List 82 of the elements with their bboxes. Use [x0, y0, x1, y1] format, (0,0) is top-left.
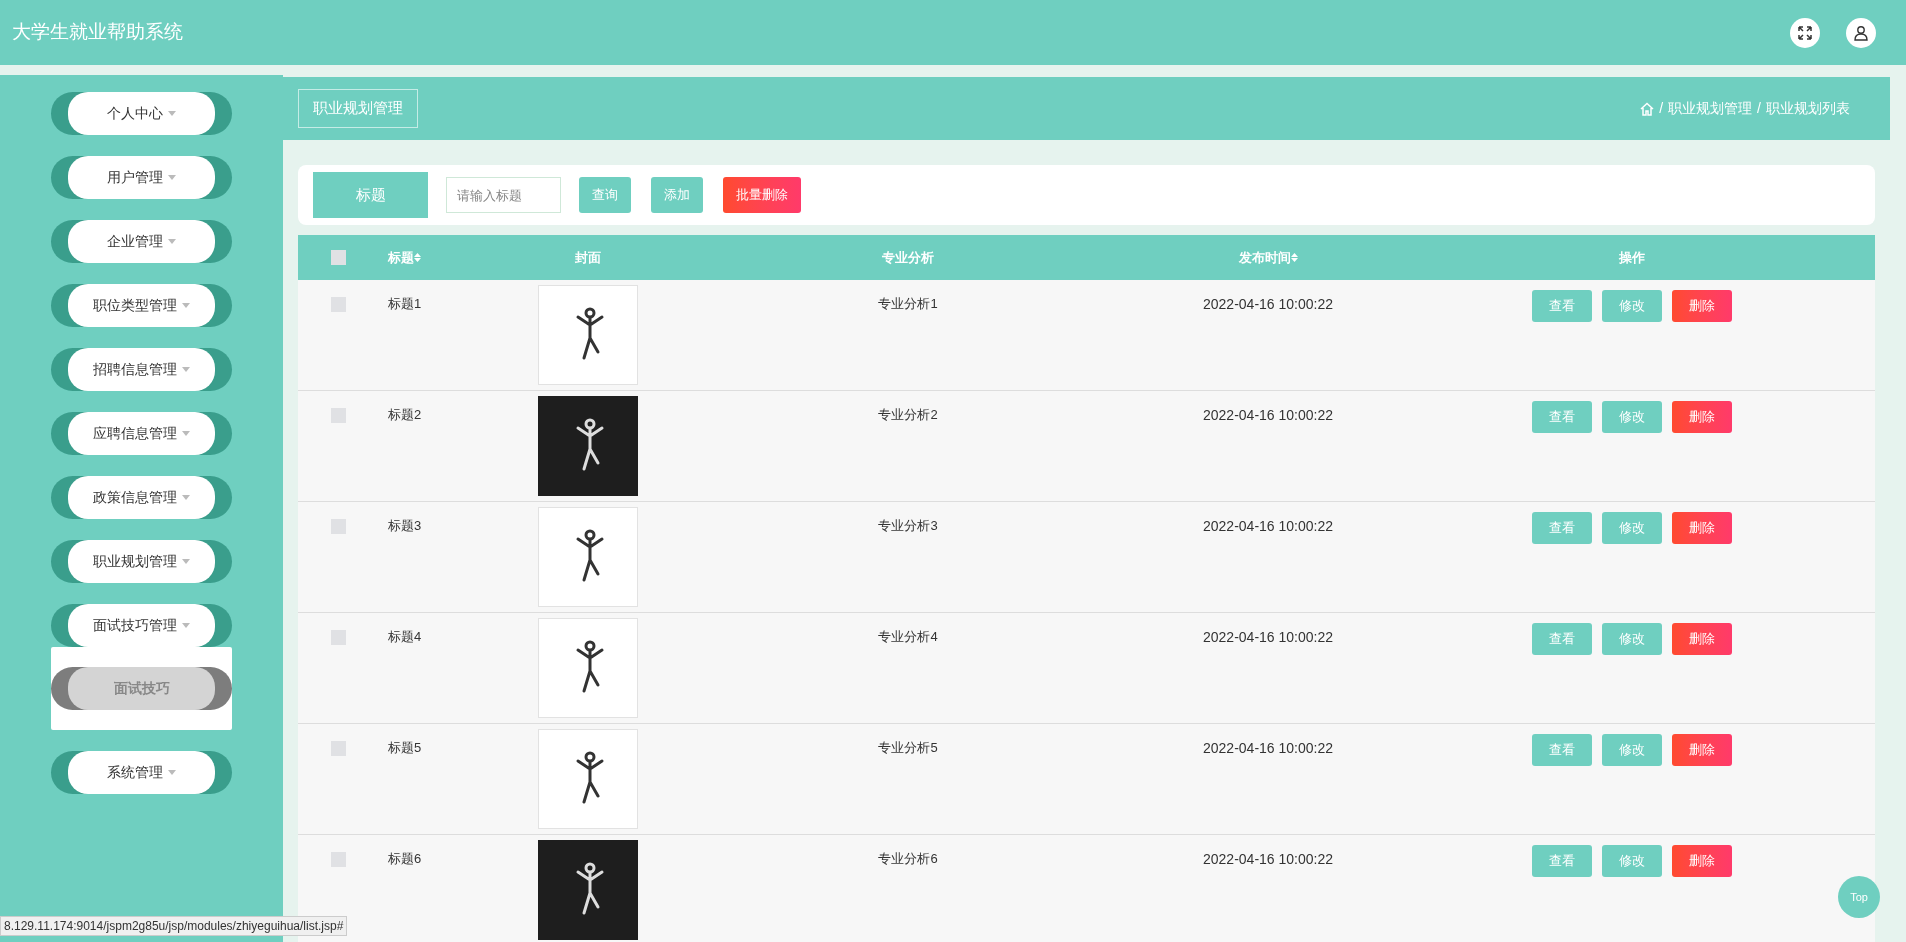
breadcrumb-item[interactable]: 职业规划管理	[1668, 98, 1753, 119]
menu-item[interactable]: 招聘信息管理	[51, 348, 232, 391]
table-cell-text: 专业分析1	[878, 295, 938, 313]
caret-icon	[168, 175, 176, 180]
app-title: 大学生就业帮助系统	[12, 20, 183, 45]
column-header: 操作	[1618, 248, 1645, 267]
caret-icon	[182, 303, 190, 308]
row-action-button[interactable]: 查看	[1531, 290, 1592, 322]
fullscreen-button[interactable]	[1790, 17, 1820, 48]
action-button[interactable]: 查询	[579, 177, 631, 213]
caret-icon	[182, 431, 190, 436]
breadcrumb-separator: /	[1659, 99, 1664, 118]
caret-icon	[182, 367, 190, 372]
breadcrumb-item[interactable]: 职业规划列表	[1766, 98, 1850, 119]
delete-button[interactable]: 删除	[1671, 290, 1732, 322]
row-action-button[interactable]: 修改	[1601, 512, 1662, 544]
batch-delete-button[interactable]: 批量删除	[723, 177, 801, 213]
sort-icon[interactable]	[414, 253, 421, 262]
menu-item[interactable]: 系统管理	[51, 751, 232, 794]
menu-item[interactable]: 政策信息管理	[51, 476, 232, 519]
user-button[interactable]	[1846, 17, 1876, 48]
status-url: 8.129.11.174:9014/jspm2g85u/jsp/modules/zhiyeguihua/list.jsp#	[0, 916, 348, 936]
search-label: 标题	[313, 172, 428, 218]
caret-icon	[182, 495, 190, 500]
table-cell-text: 2022-04-16 10:00:22	[1203, 295, 1333, 314]
delete-button[interactable]: 删除	[1671, 623, 1732, 655]
home-icon[interactable]	[1640, 101, 1655, 116]
row-action-button[interactable]: 修改	[1601, 401, 1662, 433]
delete-button[interactable]: 删除	[1671, 845, 1732, 877]
column-header: 专业分析	[882, 248, 934, 267]
delete-button[interactable]: 删除	[1671, 401, 1732, 433]
table-cell-text: 标题4	[388, 628, 422, 646]
table-cell-text: 2022-04-16 10:00:22	[1203, 739, 1333, 758]
row-action-button[interactable]: 修改	[1601, 623, 1662, 655]
table-cell-text: 标题1	[388, 295, 422, 313]
table-cell-text: 标题5	[388, 739, 422, 757]
row-action-button[interactable]: 查看	[1531, 623, 1592, 655]
table-cell-text: 专业分析5	[878, 739, 938, 757]
row-action-button[interactable]: 查看	[1531, 512, 1592, 544]
menu-item[interactable]: 用户管理	[51, 156, 232, 199]
select-all-checkbox[interactable]	[330, 250, 346, 265]
menu-item[interactable]: 面试技巧管理	[51, 604, 232, 647]
table-cell-text: 2022-04-16 10:00:22	[1203, 628, 1333, 647]
menu-item[interactable]: 个人中心	[51, 92, 232, 135]
caret-icon	[168, 239, 176, 244]
page-title: 职业规划管理	[298, 89, 418, 128]
menu-item[interactable]: 职位类型管理	[51, 284, 232, 327]
menu-item[interactable]: 企业管理	[51, 220, 232, 263]
menu-item[interactable]: 应聘信息管理	[51, 412, 232, 455]
row-action-button[interactable]: 查看	[1531, 401, 1592, 433]
row-action-button[interactable]: 修改	[1601, 845, 1662, 877]
table-cell-text: 2022-04-16 10:00:22	[1203, 517, 1333, 536]
caret-icon	[182, 623, 190, 628]
user-icon	[1853, 24, 1869, 41]
row-action-button[interactable]: 查看	[1531, 734, 1592, 766]
row-action-button[interactable]: 查看	[1531, 845, 1592, 877]
breadcrumb-separator: /	[1757, 99, 1761, 118]
table-cell-text: 专业分析3	[878, 517, 938, 535]
table-cell-text: 专业分析2	[878, 406, 938, 424]
caret-icon	[168, 111, 176, 116]
table-cell-text: 专业分析6	[878, 850, 938, 868]
row-action-button[interactable]: 修改	[1601, 734, 1662, 766]
menu-item[interactable]: 职业规划管理	[51, 540, 232, 583]
sort-icon[interactable]	[1290, 253, 1298, 262]
caret-icon	[168, 770, 176, 775]
fullscreen-icon	[1797, 24, 1813, 41]
table-cell-text: 标题2	[388, 406, 422, 424]
delete-button[interactable]: 删除	[1671, 512, 1732, 544]
table-cell-text: 标题3	[388, 517, 422, 535]
action-button[interactable]: 添加	[651, 177, 703, 213]
search-field[interactable]: 请输入标题	[446, 177, 561, 213]
table-cell-text: 标题6	[388, 850, 422, 868]
column-header[interactable]: 发布时间	[1238, 247, 1298, 268]
caret-icon	[182, 559, 190, 564]
row-action-button[interactable]: 修改	[1601, 290, 1662, 322]
delete-button[interactable]: 删除	[1671, 734, 1732, 766]
table-cell-text: 专业分析4	[878, 628, 938, 646]
column-header: 封面	[575, 248, 601, 267]
table-cell-text: 2022-04-16 10:00:22	[1203, 850, 1333, 869]
submenu-item[interactable]: 面试技巧	[51, 667, 232, 710]
column-header[interactable]: 标题	[388, 247, 421, 268]
table-cell-text: 2022-04-16 10:00:22	[1203, 406, 1333, 425]
